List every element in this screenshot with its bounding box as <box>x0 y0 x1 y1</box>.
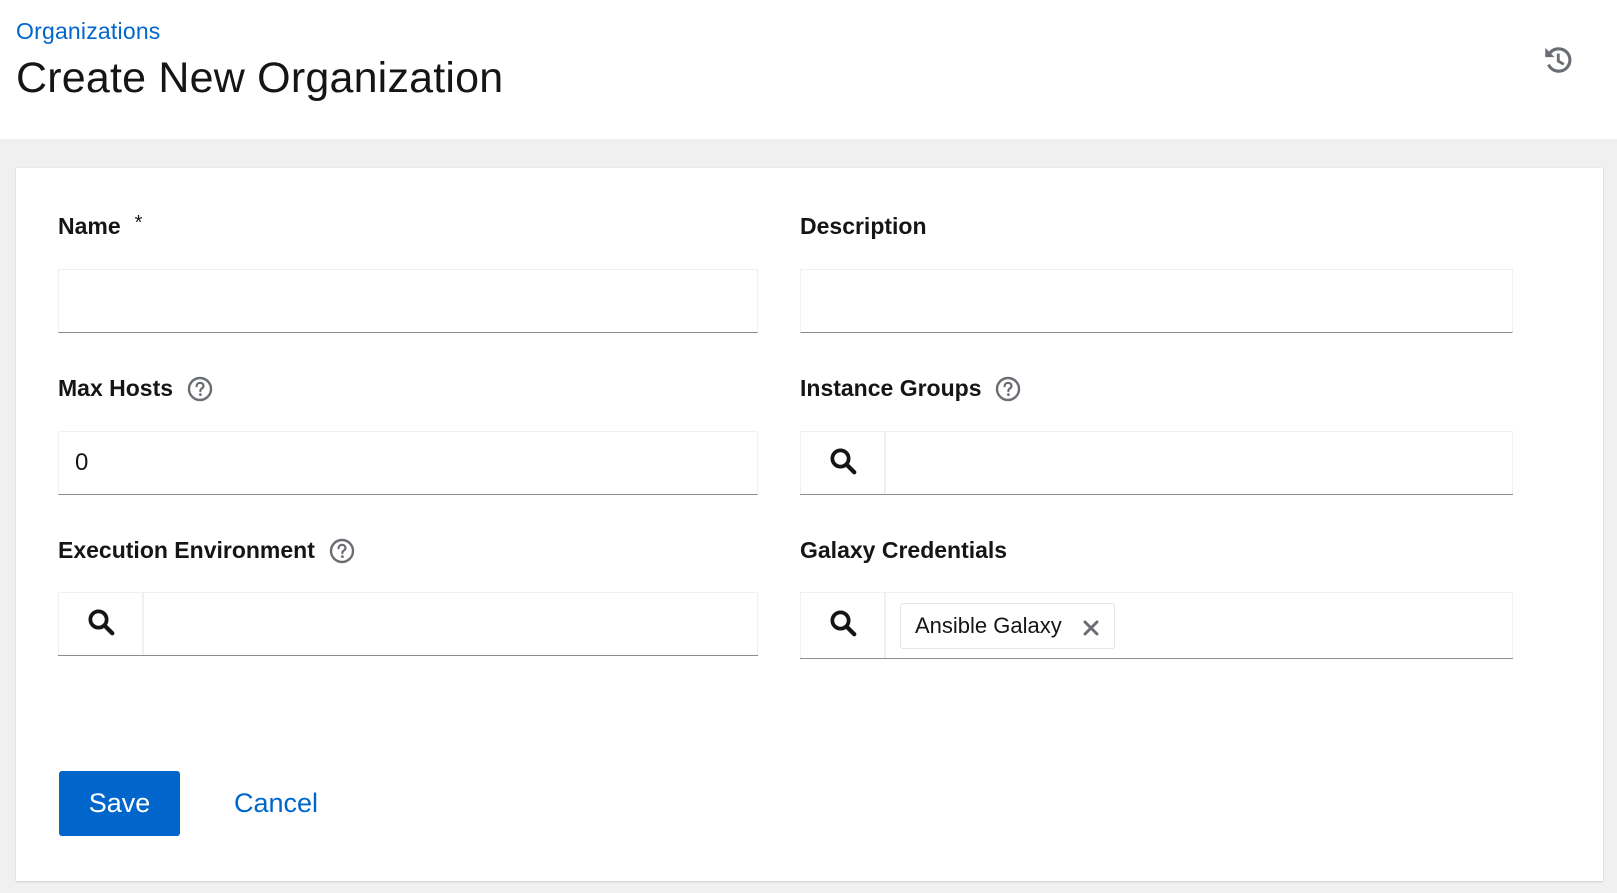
cancel-button[interactable]: Cancel <box>234 771 318 836</box>
name-label: Name * <box>58 212 143 240</box>
execution-environment-search-button[interactable] <box>58 592 143 655</box>
required-marker: * <box>134 212 143 234</box>
page-header: Organizations Create New Organization <box>0 0 1617 139</box>
search-icon <box>828 608 858 643</box>
galaxy-credentials-search-button[interactable] <box>800 592 885 658</box>
galaxy-credentials-lookup: Ansible Galaxy <box>800 592 1513 659</box>
credential-chip: Ansible Galaxy <box>900 602 1115 649</box>
save-button[interactable]: Save <box>59 771 180 836</box>
page-title: Create New Organization <box>16 54 504 102</box>
chip-label: Ansible Galaxy <box>915 612 1062 638</box>
close-icon[interactable] <box>1082 617 1100 635</box>
instance-groups-field[interactable] <box>885 431 1513 494</box>
execution-environment-label-text: Execution Environment <box>58 537 315 563</box>
instance-groups-help-icon[interactable] <box>995 376 1021 402</box>
instance-groups-label: Instance Groups <box>800 375 1021 402</box>
execution-environment-field[interactable] <box>143 592 758 655</box>
instance-groups-label-text: Instance Groups <box>800 375 982 401</box>
description-label-text: Description <box>800 213 927 239</box>
name-input[interactable] <box>58 269 758 333</box>
galaxy-credentials-label-text: Galaxy Credentials <box>800 537 1008 563</box>
galaxy-credentials-label: Galaxy Credentials <box>800 537 1007 564</box>
max-hosts-help-icon[interactable] <box>187 376 213 402</box>
instance-groups-lookup <box>800 431 1513 495</box>
execution-environment-help-icon[interactable] <box>329 538 355 564</box>
description-label: Description <box>800 213 927 240</box>
search-icon <box>86 607 116 642</box>
form-card: Name * Description Max Hosts Instance Gr… <box>16 168 1603 881</box>
instance-groups-search-button[interactable] <box>800 431 885 494</box>
galaxy-credentials-field[interactable]: Ansible Galaxy <box>885 592 1513 658</box>
breadcrumb-organizations[interactable]: Organizations <box>16 18 161 45</box>
history-icon[interactable] <box>1541 43 1575 77</box>
max-hosts-label: Max Hosts <box>58 375 213 402</box>
max-hosts-input[interactable] <box>58 431 758 495</box>
search-icon <box>828 446 858 481</box>
execution-environment-label: Execution Environment <box>58 537 355 564</box>
max-hosts-label-text: Max Hosts <box>58 375 174 401</box>
description-input[interactable] <box>800 269 1513 333</box>
execution-environment-lookup <box>58 592 758 656</box>
name-label-text: Name <box>58 213 121 239</box>
